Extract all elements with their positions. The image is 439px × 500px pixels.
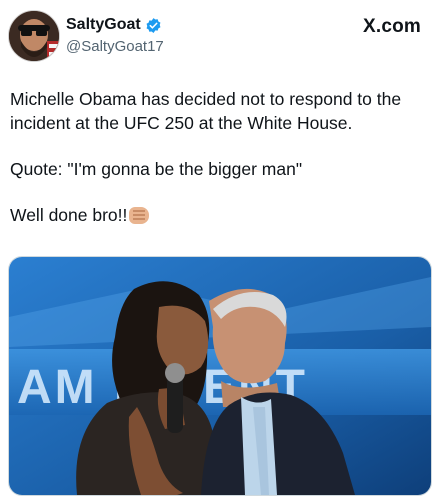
post-paragraph-text: Well done bro!! <box>10 205 128 225</box>
author-name-row: SaltyGoat <box>66 16 162 34</box>
bearded-man-avatar-icon <box>9 11 59 61</box>
post-paragraph: Quote: "I'm gonna be the bigger man" <box>10 159 303 179</box>
post-paragraph: Well done bro!! <box>10 203 430 227</box>
fist-bump-emoji-icon <box>129 207 150 224</box>
author-avatar[interactable] <box>8 10 60 62</box>
post-image[interactable]: AM RE ENT <box>8 256 432 496</box>
post-text: Michelle Obama has decided not to respon… <box>10 87 430 227</box>
author-display-name[interactable]: SaltyGoat <box>66 16 141 34</box>
photo-couple-kissing-icon: AM RE ENT <box>9 257 431 495</box>
source-label: X.com <box>362 16 421 37</box>
author-handle[interactable]: @SaltyGoat17 <box>66 38 164 55</box>
post-paragraph: Michelle Obama has decided not to respon… <box>10 89 402 133</box>
verified-badge-icon <box>146 17 161 33</box>
post-header: SaltyGoat @SaltyGoat17 X.com <box>8 10 427 66</box>
